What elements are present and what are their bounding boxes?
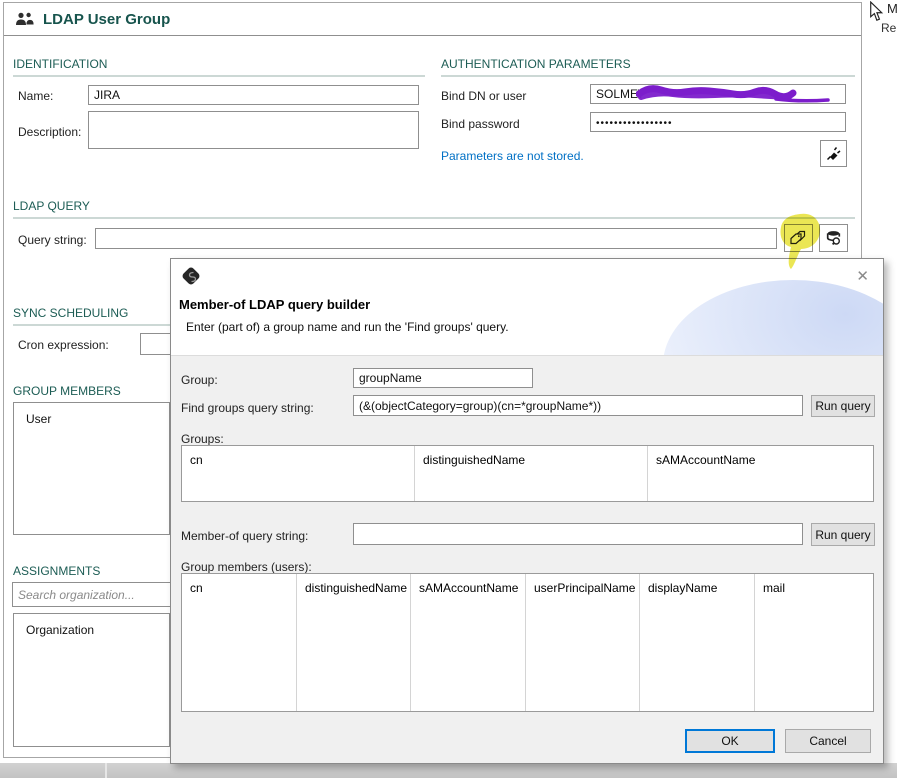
dialog-header: Member-of LDAP query builder Enter (part…: [171, 259, 883, 356]
dialog-title: Member-of LDAP query builder: [179, 297, 370, 312]
app-diamond-icon: [179, 264, 203, 288]
members-column-cn[interactable]: cn: [182, 574, 297, 711]
members-column-mail[interactable]: mail: [755, 574, 873, 711]
member-of-query-builder-dialog: Member-of LDAP query builder Enter (part…: [170, 258, 884, 764]
group-members-section-header: GROUP MEMBERS: [13, 384, 171, 404]
cron-expression-label: Cron expression:: [18, 338, 109, 352]
parameters-note: Parameters are not stored.: [441, 149, 584, 163]
background-window-peek: M Re: [863, 0, 897, 46]
taskbar-divider: [105, 763, 107, 778]
group-members-list[interactable]: User: [13, 402, 170, 535]
assignments-section-header: ASSIGNMENTS: [13, 564, 171, 584]
test-connection-button[interactable]: [820, 140, 847, 167]
members-column-userprincipalname[interactable]: userPrincipalName: [526, 574, 640, 711]
groups-table[interactable]: cn distinguishedName sAMAccountName: [181, 445, 874, 502]
plug-icon: [825, 145, 842, 162]
screen: M Re LDAP User Group IDENTIFICATION Name…: [0, 0, 897, 778]
name-input[interactable]: [88, 85, 419, 105]
bind-password-label: Bind password: [441, 117, 520, 131]
query-builder-button[interactable]: [784, 224, 813, 252]
members-column-displayname[interactable]: displayName: [640, 574, 755, 711]
run-find-groups-query-button[interactable]: Run query: [811, 395, 875, 417]
taskbar-strip: [0, 763, 897, 778]
assignments-list[interactable]: Organization: [13, 613, 170, 747]
find-groups-query-label: Find groups query string:: [181, 401, 314, 415]
header-swoosh-decoration: [663, 280, 883, 356]
members-column-samaccountname[interactable]: sAMAccountName: [411, 574, 526, 711]
identification-section-header: IDENTIFICATION: [13, 57, 425, 77]
assignments-column-header: Organization: [14, 614, 169, 637]
group-input[interactable]: [353, 368, 533, 388]
authentication-section-header: AUTHENTICATION PARAMETERS: [441, 57, 855, 77]
ldap-query-section-header: LDAP QUERY: [13, 199, 855, 219]
test-query-button[interactable]: [819, 224, 848, 252]
group-members-table-label: Group members (users):: [181, 560, 312, 574]
bind-dn-label: Bind DN or user: [441, 89, 526, 103]
peek-text-2: Re: [881, 21, 896, 35]
tags-icon: [789, 230, 808, 247]
window-titlebar: LDAP User Group: [4, 3, 861, 36]
dialog-subtitle: Enter (part of) a group name and run the…: [186, 320, 509, 334]
ok-button[interactable]: OK: [685, 729, 775, 753]
description-label: Description:: [18, 125, 81, 139]
run-member-of-query-button[interactable]: Run query: [811, 523, 875, 546]
member-of-query-label: Member-of query string:: [181, 529, 308, 543]
peek-text-1: M: [887, 1, 897, 16]
member-of-query-input[interactable]: [353, 523, 803, 545]
bind-dn-input[interactable]: [590, 84, 846, 104]
group-members-users-table[interactable]: cn distinguishedName sAMAccountName user…: [181, 573, 874, 712]
description-input[interactable]: [88, 111, 419, 149]
members-column-distinguishedname[interactable]: distinguishedName: [297, 574, 411, 711]
query-string-label: Query string:: [18, 233, 87, 247]
user-group-icon: [15, 12, 34, 27]
name-label: Name:: [18, 89, 53, 103]
group-members-column-header: User: [14, 403, 169, 426]
groups-column-distinguishedname[interactable]: distinguishedName: [415, 446, 648, 501]
groups-table-label: Groups:: [181, 432, 224, 446]
bind-password-input[interactable]: [590, 112, 846, 132]
sync-scheduling-section-header: SYNC SCHEDULING: [13, 306, 171, 326]
database-search-icon: [825, 230, 842, 247]
mouse-cursor-icon: [869, 1, 884, 22]
query-string-input[interactable]: [95, 228, 777, 249]
groups-column-samaccountname[interactable]: sAMAccountName: [648, 446, 873, 501]
search-organization-input[interactable]: [12, 582, 171, 607]
page-title: LDAP User Group: [43, 11, 170, 28]
close-icon[interactable]: ✕: [856, 267, 869, 285]
find-groups-query-input[interactable]: [353, 395, 803, 416]
group-label: Group:: [181, 373, 218, 387]
groups-column-cn[interactable]: cn: [182, 446, 415, 501]
cancel-button[interactable]: Cancel: [785, 729, 871, 753]
